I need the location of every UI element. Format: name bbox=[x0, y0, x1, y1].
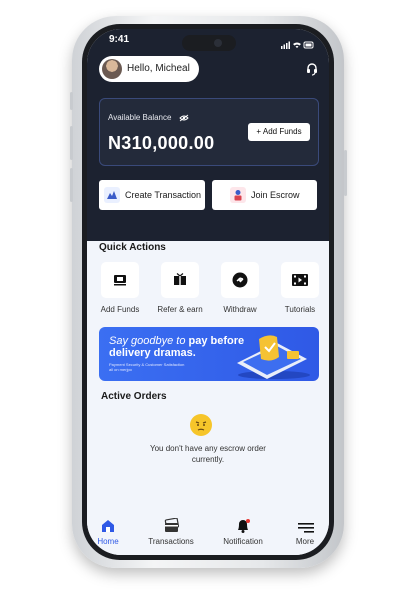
balance-card: Available Balance N310,000.00 + Add Fund… bbox=[99, 98, 319, 166]
eye-off-icon bbox=[179, 114, 189, 122]
gift-icon bbox=[174, 273, 186, 285]
promo-banner[interactable]: Say goodbye to pay before delivery drama… bbox=[99, 327, 319, 381]
balance-amount: N310,000.00 bbox=[108, 133, 215, 153]
phone-mute-button bbox=[70, 92, 73, 110]
banner-subtext: Payment Security & Customer Satisfaction… bbox=[109, 362, 185, 372]
bell-icon[interactable] bbox=[235, 518, 251, 539]
banner-line2: delivery dramas. bbox=[109, 347, 196, 359]
film-icon bbox=[292, 274, 308, 286]
quick-action-add-funds[interactable] bbox=[101, 262, 139, 298]
nav-transactions-label[interactable]: Transactions bbox=[143, 537, 199, 546]
bottom-nav bbox=[87, 515, 329, 555]
support-icon[interactable] bbox=[305, 62, 319, 81]
app-screen: 9:41 Hello, Micheal Available Balance N3… bbox=[87, 29, 329, 555]
quick-actions-title: Quick Actions bbox=[99, 242, 166, 253]
sad-face-icon bbox=[190, 414, 212, 436]
status-time: 9:41 bbox=[109, 34, 130, 45]
add-funds-button[interactable]: + Add Funds bbox=[248, 123, 310, 141]
withdraw-icon bbox=[232, 272, 248, 288]
empty-orders-text: You don't have any escrow order currentl… bbox=[150, 444, 266, 464]
balance-label: Available Balance bbox=[108, 113, 189, 122]
quick-action-label: Tutorials bbox=[284, 305, 316, 314]
create-transaction-button[interactable]: Create Transaction bbox=[99, 180, 205, 210]
nav-home-label[interactable]: Home bbox=[87, 537, 129, 546]
phone-shield-illustration bbox=[237, 335, 310, 379]
signal-wifi-battery-icon bbox=[281, 41, 314, 49]
nav-more-label[interactable]: More bbox=[287, 537, 323, 546]
quick-action-label: Refer & earn bbox=[157, 305, 203, 314]
join-escrow-label: Join Escrow bbox=[251, 190, 300, 200]
create-transaction-label: Create Transaction bbox=[125, 190, 202, 200]
greeting-text: Hello, Micheal bbox=[127, 63, 190, 74]
profile-greeting[interactable]: Hello, Micheal bbox=[99, 56, 199, 82]
quick-action-refer[interactable] bbox=[161, 262, 199, 298]
quick-action-label: Withdraw bbox=[223, 305, 257, 314]
quick-action-label: Add Funds bbox=[100, 305, 140, 314]
phone-volume-up bbox=[70, 126, 73, 160]
phone-volume-down bbox=[70, 168, 73, 202]
status-icons bbox=[281, 36, 315, 54]
quick-action-withdraw[interactable] bbox=[221, 262, 259, 298]
join-escrow-button[interactable]: Join Escrow bbox=[212, 180, 317, 210]
banner-line1: Say goodbye to pay before bbox=[109, 335, 245, 347]
avatar bbox=[102, 59, 122, 79]
quick-action-tutorials[interactable] bbox=[281, 262, 319, 298]
dynamic-island bbox=[182, 35, 236, 51]
nav-notification-label[interactable]: Notification bbox=[215, 537, 271, 546]
card-icon[interactable] bbox=[164, 517, 180, 539]
wallet-icon bbox=[114, 275, 126, 286]
menu-icon[interactable] bbox=[298, 520, 314, 538]
join-escrow-icon bbox=[230, 187, 246, 203]
phone-power-button bbox=[344, 150, 347, 196]
home-icon[interactable] bbox=[101, 519, 115, 538]
active-orders-title: Active Orders bbox=[101, 391, 167, 402]
create-transaction-icon bbox=[104, 187, 120, 203]
